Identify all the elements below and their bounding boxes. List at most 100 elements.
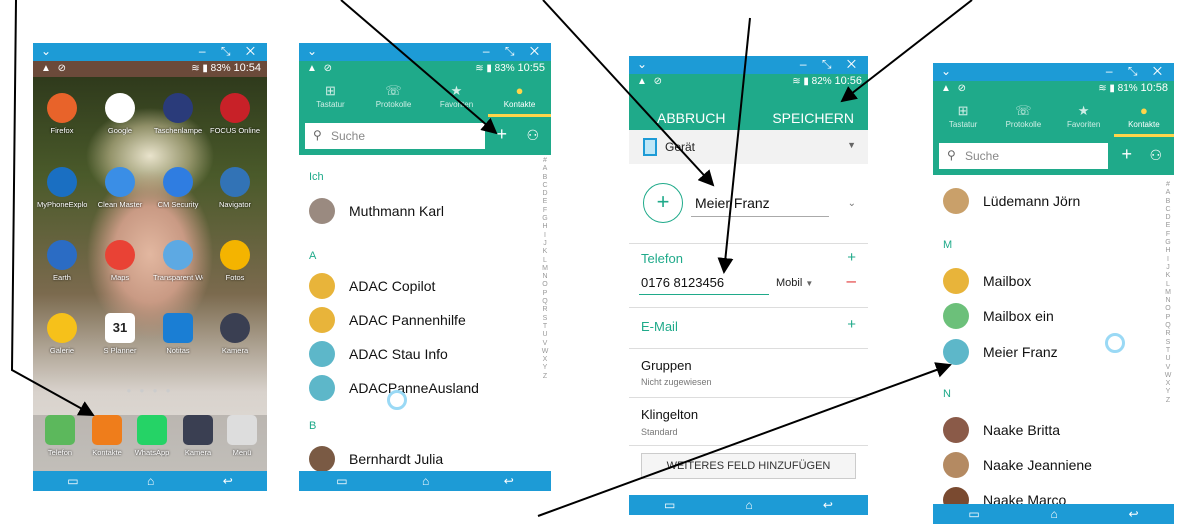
index-letter[interactable]: D bbox=[541, 190, 549, 198]
app-sync[interactable]: MyPhoneExplorer Client bbox=[37, 167, 87, 209]
recent-apps-icon[interactable]: ▭ bbox=[336, 474, 347, 488]
index-letter[interactable]: L bbox=[541, 257, 549, 265]
index-letter[interactable]: I bbox=[1164, 256, 1172, 264]
index-letter[interactable]: F bbox=[541, 207, 549, 215]
index-letter[interactable]: U bbox=[541, 331, 549, 339]
index-letter[interactable]: J bbox=[1164, 264, 1172, 272]
groups-icon[interactable]: ⚇ bbox=[1149, 147, 1162, 164]
alphabet-index[interactable]: # A B C D E F G H I J K L M N O P Q R S T U V W X Y Z bbox=[541, 157, 549, 381]
groups-icon[interactable]: ⚇ bbox=[526, 127, 539, 144]
index-letter[interactable]: K bbox=[1164, 272, 1172, 280]
add-contact-button[interactable]: + bbox=[496, 124, 507, 145]
index-letter[interactable]: Y bbox=[541, 364, 549, 372]
index-letter[interactable]: D bbox=[1164, 214, 1172, 222]
search-input[interactable]: ⚲ Suche bbox=[305, 123, 485, 149]
tab-keypad[interactable]: ⊞ Tastatur bbox=[299, 77, 362, 117]
index-letter[interactable]: Q bbox=[541, 298, 549, 306]
index-letter[interactable]: G bbox=[541, 215, 549, 223]
index-letter[interactable]: Y bbox=[1164, 388, 1172, 396]
tab-call-log[interactable]: ☏ Protokolle bbox=[362, 77, 425, 117]
save-button[interactable]: SPEICHERN bbox=[772, 110, 854, 126]
app-google[interactable]: Google bbox=[95, 93, 145, 135]
dock-whatsapp[interactable]: WhatsApp bbox=[127, 415, 177, 457]
back-icon[interactable]: ↩ bbox=[504, 474, 514, 488]
app-navigator[interactable]: Navigator bbox=[210, 167, 260, 209]
add-field-button[interactable]: WEITERES FELD HINZUFÜGEN bbox=[641, 453, 856, 479]
recent-apps-icon[interactable]: ▭ bbox=[968, 507, 979, 521]
chevron-down-icon[interactable]: ⌄ bbox=[307, 44, 317, 58]
dock-apps-grid[interactable]: Menü bbox=[217, 415, 267, 457]
app-focus[interactable]: FOCUS Online bbox=[210, 93, 260, 135]
index-letter[interactable]: A bbox=[1164, 189, 1172, 197]
email-label[interactable]: E-Mail bbox=[641, 319, 678, 334]
index-letter[interactable]: S bbox=[541, 315, 549, 323]
index-letter[interactable]: H bbox=[541, 223, 549, 231]
home-icon[interactable]: ⌂ bbox=[422, 474, 429, 488]
tab-keypad[interactable]: ⊞ Tastatur bbox=[933, 97, 993, 137]
name-field[interactable]: Meier Franz bbox=[695, 195, 770, 211]
index-letter[interactable]: # bbox=[541, 157, 549, 165]
app-earth[interactable]: Earth bbox=[37, 240, 87, 282]
add-email-button[interactable]: + bbox=[847, 316, 856, 333]
index-letter[interactable]: T bbox=[541, 323, 549, 331]
groups-label[interactable]: Gruppen bbox=[641, 358, 692, 373]
add-contact-button[interactable]: + bbox=[1121, 144, 1132, 165]
window-controls[interactable]: – ⤡ ✕ bbox=[199, 44, 261, 59]
index-letter[interactable]: J bbox=[541, 240, 549, 248]
back-icon[interactable]: ↩ bbox=[1129, 507, 1139, 521]
index-letter[interactable]: L bbox=[1164, 281, 1172, 289]
app-shield[interactable]: CM Security bbox=[153, 167, 203, 209]
app-maps[interactable]: Maps bbox=[95, 240, 145, 282]
index-letter[interactable]: I bbox=[541, 232, 549, 240]
account-selector[interactable]: Gerät ▼ bbox=[629, 130, 868, 164]
index-letter[interactable]: B bbox=[1164, 198, 1172, 206]
back-icon[interactable]: ↩ bbox=[823, 498, 833, 512]
back-icon[interactable]: ↩ bbox=[223, 474, 233, 488]
ringtone-label[interactable]: Klingelton bbox=[641, 407, 698, 422]
recent-apps-icon[interactable]: ▭ bbox=[664, 498, 675, 512]
index-letter[interactable]: V bbox=[541, 340, 549, 348]
index-letter[interactable]: Q bbox=[1164, 322, 1172, 330]
index-letter[interactable]: R bbox=[1164, 330, 1172, 338]
tab-contacts[interactable]: ● Kontakte bbox=[488, 77, 551, 117]
home-icon[interactable]: ⌂ bbox=[746, 498, 753, 512]
recent-apps-icon[interactable]: ▭ bbox=[67, 474, 78, 488]
index-letter[interactable]: T bbox=[1164, 347, 1172, 355]
app-firefox[interactable]: Firefox bbox=[37, 93, 87, 135]
tab-favorites[interactable]: ★ Favoriten bbox=[425, 77, 488, 117]
index-letter[interactable]: S bbox=[1164, 339, 1172, 347]
index-letter[interactable]: V bbox=[1164, 364, 1172, 372]
tab-favorites[interactable]: ★ Favoriten bbox=[1054, 97, 1114, 137]
app-gallery[interactable]: Galerie bbox=[37, 313, 87, 355]
index-letter[interactable]: F bbox=[1164, 231, 1172, 239]
alphabet-index[interactable]: # A B C D E F G H I J K L M N O P Q R S T U V W X Y Z bbox=[1164, 181, 1172, 405]
index-letter[interactable]: Z bbox=[541, 373, 549, 381]
tab-call-log[interactable]: ☏ Protokolle bbox=[993, 97, 1053, 137]
app-broom[interactable]: Clean Master bbox=[95, 167, 145, 209]
index-letter[interactable]: M bbox=[1164, 289, 1172, 297]
cancel-button[interactable]: ABBRUCH bbox=[657, 110, 725, 126]
index-letter[interactable]: K bbox=[541, 248, 549, 256]
index-letter[interactable]: G bbox=[1164, 239, 1172, 247]
index-letter[interactable]: W bbox=[1164, 372, 1172, 380]
search-input[interactable]: ⚲ Suche bbox=[939, 143, 1108, 169]
index-letter[interactable]: E bbox=[1164, 222, 1172, 230]
index-letter[interactable]: N bbox=[1164, 297, 1172, 305]
index-letter[interactable]: C bbox=[1164, 206, 1172, 214]
index-letter[interactable]: B bbox=[541, 174, 549, 182]
dock-contacts[interactable]: Kontakte bbox=[82, 415, 132, 457]
index-letter[interactable]: O bbox=[1164, 305, 1172, 313]
app-pinwheel[interactable]: Fotos bbox=[210, 240, 260, 282]
app-notes[interactable]: Notitas bbox=[153, 313, 203, 355]
index-letter[interactable]: W bbox=[541, 348, 549, 356]
index-letter[interactable]: E bbox=[541, 198, 549, 206]
index-letter[interactable]: # bbox=[1164, 181, 1172, 189]
expand-chevron-icon[interactable]: ⌄ bbox=[848, 198, 856, 209]
chevron-down-icon[interactable]: ⌄ bbox=[637, 57, 647, 71]
index-letter[interactable]: M bbox=[541, 265, 549, 273]
index-letter[interactable]: H bbox=[1164, 247, 1172, 255]
index-letter[interactable]: Z bbox=[1164, 397, 1172, 405]
index-letter[interactable]: X bbox=[541, 356, 549, 364]
phone-type-select[interactable]: Mobil ▼ bbox=[776, 277, 813, 289]
app-calendar[interactable]: 31 S Planner bbox=[95, 313, 145, 355]
